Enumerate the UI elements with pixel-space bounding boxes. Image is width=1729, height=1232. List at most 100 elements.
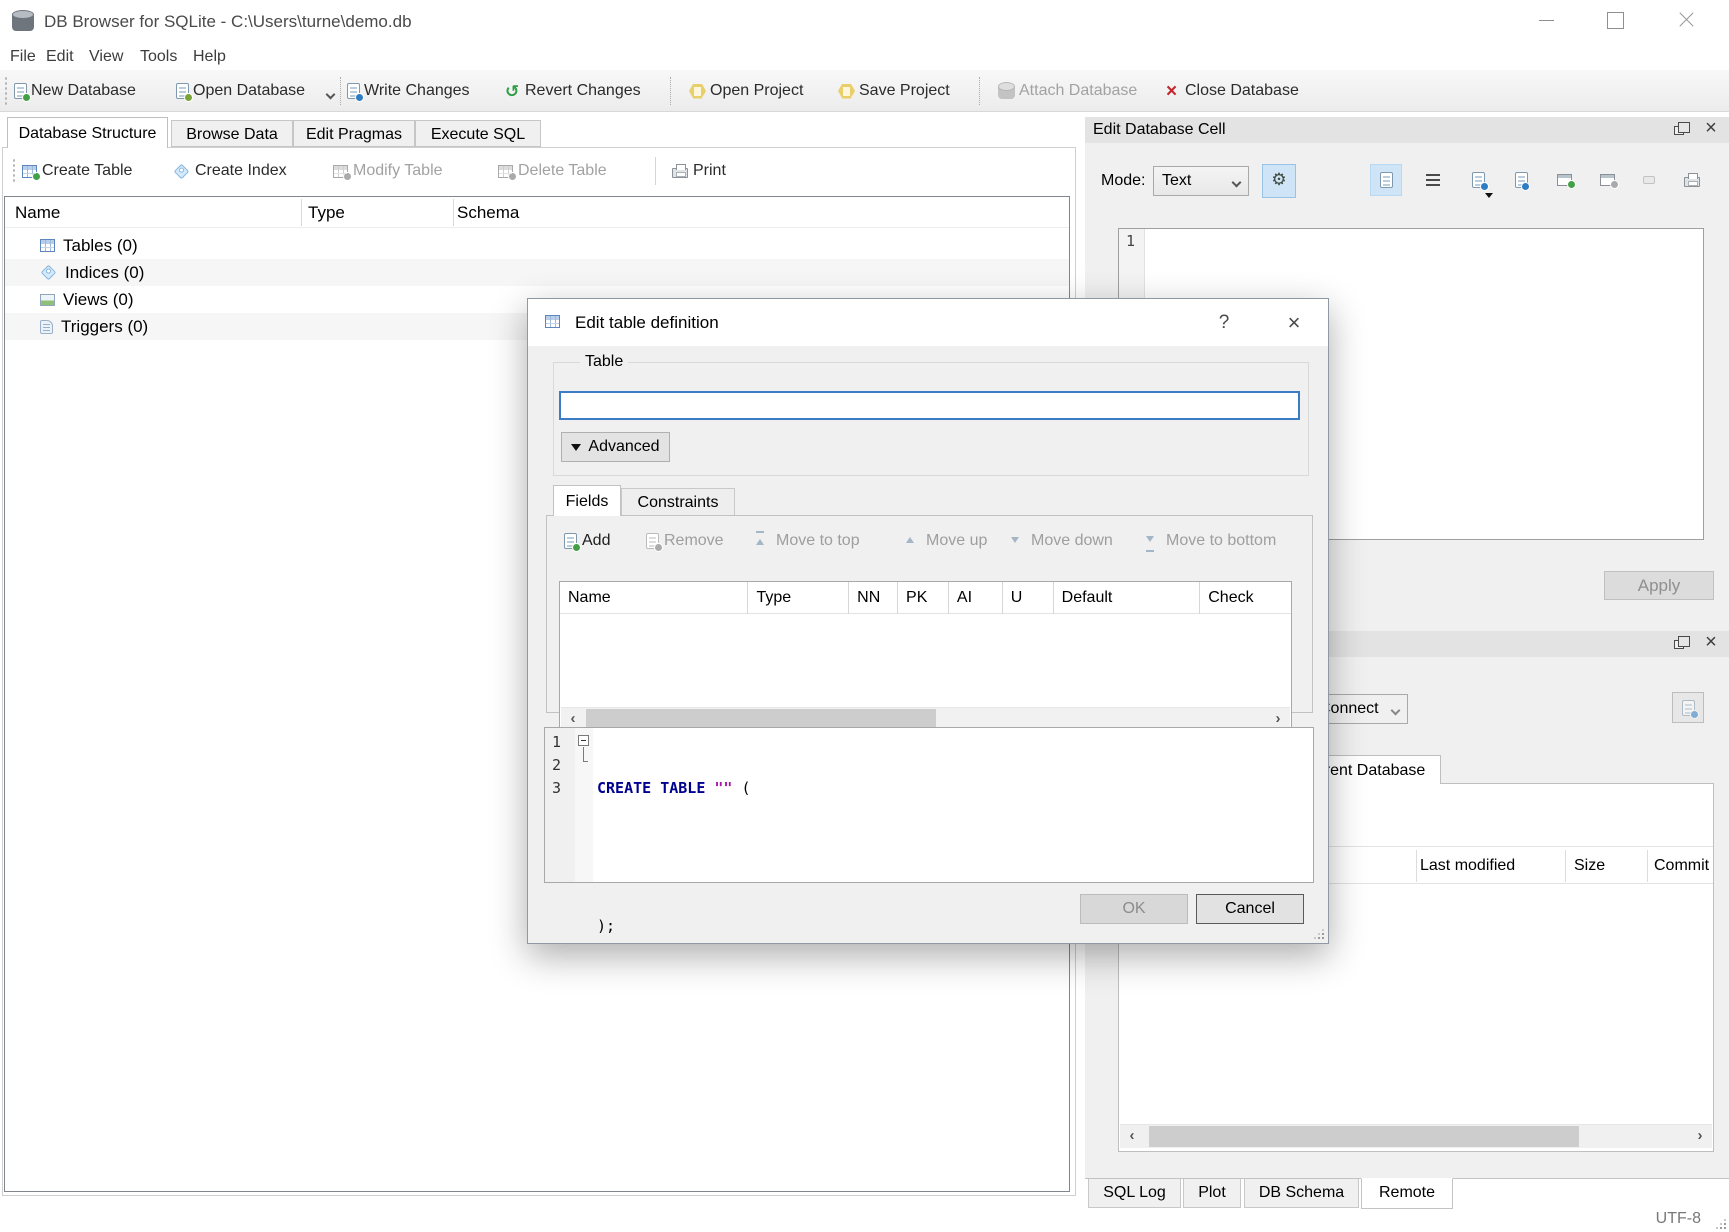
advanced-button[interactable]: Advanced <box>561 432 670 462</box>
new-database-button[interactable]: New Database <box>14 76 136 106</box>
col-name[interactable]: Name <box>560 582 748 614</box>
tab-sql-log[interactable]: SQL Log <box>1088 1179 1181 1208</box>
dialog-resize-grip[interactable] <box>1313 928 1324 939</box>
scroll-right-icon[interactable]: › <box>1688 1125 1712 1148</box>
fold-collapse-icon[interactable] <box>578 735 589 746</box>
close-window-button[interactable] <box>1663 0 1709 40</box>
write-changes-button[interactable]: Write Changes <box>347 76 470 106</box>
col-ai[interactable]: AI <box>949 582 1003 614</box>
help-button[interactable]: ? <box>1204 307 1244 339</box>
cancel-button[interactable]: Cancel <box>1196 894 1304 924</box>
remote-column-size[interactable]: Size <box>1574 847 1642 885</box>
tree-column-schema[interactable]: Schema <box>457 197 519 228</box>
move-up-button[interactable]: Move up <box>906 526 987 556</box>
import-cell-button[interactable] <box>1462 164 1494 196</box>
tab-plot[interactable]: Plot <box>1183 1179 1241 1208</box>
dialog-titlebar[interactable]: Edit table definition ? × <box>528 299 1328 346</box>
indent-button[interactable] <box>1417 164 1449 196</box>
float-panel-icon[interactable] <box>1668 634 1690 652</box>
col-u[interactable]: U <box>1003 582 1054 614</box>
close-database-button[interactable]: Close Database <box>1166 76 1299 106</box>
print-icon <box>672 168 688 178</box>
revert-changes-button[interactable]: Revert Changes <box>505 76 641 106</box>
tree-row-indices[interactable]: Indices (0) <box>5 259 1069 286</box>
tab-fields[interactable]: Fields <box>553 485 621 516</box>
move-down-button[interactable]: Move down <box>1011 526 1113 556</box>
maximize-button[interactable] <box>1592 0 1638 40</box>
apply-button[interactable]: Apply <box>1604 571 1714 600</box>
structure-toolbar-handle[interactable] <box>12 158 16 184</box>
tree-column-type[interactable]: Type <box>308 197 345 228</box>
toolbar-drag-handle[interactable] <box>4 76 8 106</box>
scrollbar-thumb[interactable] <box>1149 1126 1579 1147</box>
save-project-button[interactable]: Save Project <box>838 76 950 106</box>
close-dialog-button[interactable]: × <box>1274 307 1314 339</box>
create-table-button[interactable]: Create Table <box>22 154 132 188</box>
mode-select[interactable]: Text <box>1153 166 1249 196</box>
col-type[interactable]: Type <box>748 582 849 614</box>
menu-file[interactable]: File <box>6 44 40 70</box>
close-panel-icon[interactable] <box>1700 120 1722 138</box>
remote-column-commit[interactable]: Commit <box>1654 847 1710 885</box>
scroll-left-icon[interactable]: ‹ <box>1120 1125 1144 1148</box>
null-button[interactable] <box>1633 164 1665 196</box>
minimize-button[interactable] <box>1524 0 1570 40</box>
tab-constraints[interactable]: Constraints <box>621 488 735 516</box>
app-window: DB Browser for SQLite - C:\Users\turne\d… <box>0 0 1729 1232</box>
word-wrap-settings-button[interactable] <box>1262 164 1296 198</box>
menu-view[interactable]: View <box>85 44 127 70</box>
open-database-icon <box>176 83 189 99</box>
col-check[interactable]: Check <box>1200 582 1291 614</box>
menu-tools[interactable]: Tools <box>136 44 181 70</box>
table-name-input[interactable] <box>559 391 1300 420</box>
open-database-dropdown-icon[interactable] <box>326 89 336 99</box>
float-panel-icon[interactable] <box>1668 120 1690 138</box>
link-button[interactable] <box>1591 164 1623 196</box>
toolbar-separator <box>340 77 341 105</box>
link-icon <box>1600 174 1615 186</box>
indices-icon <box>41 265 57 281</box>
remove-field-button[interactable]: Remove <box>646 526 724 556</box>
export-cell-button[interactable] <box>1505 164 1537 196</box>
add-field-button[interactable]: Add <box>564 526 610 556</box>
col-pk[interactable]: PK <box>898 582 949 614</box>
move-bottom-button[interactable]: Move to bottom <box>1146 526 1276 556</box>
text-mode-button[interactable] <box>1370 164 1402 196</box>
tab-database-structure[interactable]: Database Structure <box>7 117 168 148</box>
create-index-button[interactable]: Create Index <box>176 154 287 188</box>
tree-row-tables[interactable]: Tables (0) <box>5 232 1069 259</box>
fields-table-header[interactable]: Name Type NN PK AI U Default Check <box>560 582 1291 614</box>
open-in-window-icon <box>1557 174 1572 186</box>
close-panel-icon[interactable] <box>1700 634 1722 652</box>
sql-fold-margin[interactable] <box>575 728 593 882</box>
fields-table[interactable]: Name Type NN PK AI U Default Check ‹ › <box>559 581 1292 733</box>
ok-button[interactable]: OK <box>1080 894 1188 924</box>
print-cell-button[interactable] <box>1676 164 1708 196</box>
tab-browse-data[interactable]: Browse Data <box>171 120 293 147</box>
print-button[interactable]: Print <box>672 154 726 188</box>
tree-column-name[interactable]: Name <box>15 197 60 228</box>
open-in-window-button[interactable] <box>1548 164 1580 196</box>
attach-database-button[interactable]: Attach Database <box>998 76 1137 106</box>
tab-edit-pragmas[interactable]: Edit Pragmas <box>293 120 415 147</box>
menu-edit[interactable]: Edit <box>42 44 78 70</box>
delete-table-button[interactable]: Delete Table <box>498 154 607 188</box>
gear-icon <box>1271 165 1286 197</box>
null-icon <box>1643 176 1655 184</box>
move-top-button[interactable]: Move to top <box>756 526 860 556</box>
attach-database-icon <box>998 84 1015 99</box>
remote-clone-button[interactable] <box>1672 692 1704 723</box>
tab-db-schema[interactable]: DB Schema <box>1244 1179 1359 1208</box>
window-resize-grip[interactable] <box>1715 1218 1726 1229</box>
open-project-button[interactable]: Open Project <box>689 76 803 106</box>
remote-column-last-modified[interactable]: Last modified <box>1420 847 1560 885</box>
modify-table-button[interactable]: Modify Table <box>333 154 443 188</box>
menu-help[interactable]: Help <box>189 44 230 70</box>
open-database-button[interactable]: Open Database <box>176 76 334 106</box>
col-default[interactable]: Default <box>1054 582 1201 614</box>
tab-remote[interactable]: Remote <box>1361 1178 1453 1209</box>
remote-horizontal-scrollbar[interactable]: ‹ › <box>1120 1124 1712 1148</box>
tab-execute-sql[interactable]: Execute SQL <box>415 120 541 147</box>
col-nn[interactable]: NN <box>849 582 898 614</box>
tree-header[interactable]: Name Type Schema <box>5 197 1069 228</box>
